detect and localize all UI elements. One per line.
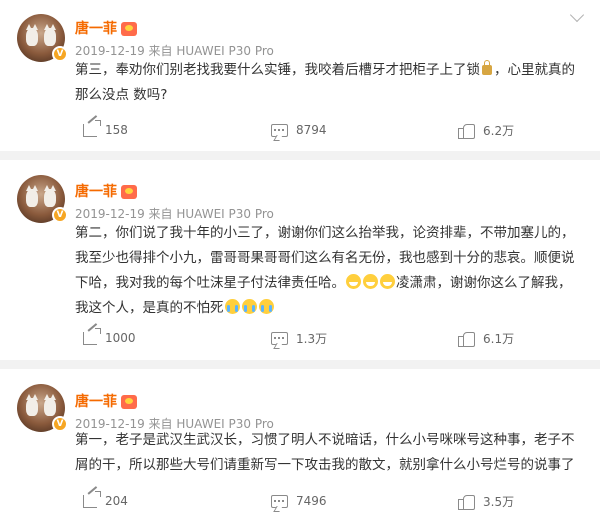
post-card: V 唐一菲 2019-12-19 来自 HUAWEI P30 Pro 第一，老子… <box>0 369 600 531</box>
weibo-feed: V 唐一菲 2019-12-19 来自 HUAWEI P30 Pro 第三，奉劝… <box>0 0 600 531</box>
verified-v-icon: V <box>52 207 68 223</box>
author-name[interactable]: 唐一菲 <box>75 391 137 411</box>
post-card: V 唐一菲 2019-12-19 来自 HUAWEI P30 Pro 第三，奉劝… <box>0 0 600 151</box>
author-name[interactable]: 唐一菲 <box>75 181 137 201</box>
vip-member-icon <box>121 395 137 409</box>
share-icon <box>83 119 101 137</box>
share-button[interactable]: 204 <box>83 490 128 511</box>
like-button[interactable]: 3.5万 <box>458 491 514 511</box>
share-icon <box>83 490 101 508</box>
share-button[interactable]: 158 <box>83 119 128 140</box>
comment-icon <box>271 494 288 508</box>
grin-emoji-icon <box>380 274 395 289</box>
post-meta: 2019-12-19 来自 HUAWEI P30 Pro <box>75 207 274 221</box>
post-actions: 204 7496 3.5万 <box>0 490 600 511</box>
post-actions: 1000 1.3万 6.1万 <box>0 327 600 348</box>
thumbs-up-icon <box>458 493 475 510</box>
author-name[interactable]: 唐一菲 <box>75 18 137 38</box>
like-button[interactable]: 6.1万 <box>458 328 514 348</box>
chevron-down-icon[interactable] <box>569 7 585 23</box>
comment-icon <box>271 123 288 137</box>
post-card: V 唐一菲 2019-12-19 来自 HUAWEI P30 Pro 第二，你们… <box>0 160 600 360</box>
grin-emoji-icon <box>346 274 361 289</box>
thumbs-up-icon <box>458 122 475 139</box>
grin-emoji-icon <box>363 274 378 289</box>
thumbs-up-icon <box>458 330 475 347</box>
like-button[interactable]: 6.2万 <box>458 120 514 140</box>
verified-v-icon: V <box>52 46 68 62</box>
comment-button[interactable]: 1.3万 <box>271 328 327 348</box>
post-text: 第一，老子是武汉生武汉长，习惯了明人不说暗话，什么小号咪咪号这种事，老子不屑的干… <box>75 432 575 473</box>
laugh-cry-emoji-icon <box>241 299 257 314</box>
vip-member-icon <box>121 185 137 199</box>
laugh-cry-emoji-icon <box>258 299 274 314</box>
comment-button[interactable]: 8794 <box>271 120 327 140</box>
laugh-cry-emoji-icon <box>224 299 240 314</box>
post-text: 第三，奉劝你们别老找我要什么实锤，我咬着后槽牙才把柜子上了锁 ，心里就真的那么没点… <box>75 60 575 103</box>
post-meta: 2019-12-19 来自 HUAWEI P30 Pro <box>75 44 274 58</box>
share-icon <box>83 327 101 345</box>
lock-emoji-icon <box>482 60 492 75</box>
vip-member-icon <box>121 22 137 36</box>
comment-button[interactable]: 7496 <box>271 491 327 511</box>
comment-icon <box>271 331 288 345</box>
post-text: 第二，你们说了我十年的小三了，谢谢你们这么抬举我，论资排辈，不带加塞儿的，我至少… <box>75 225 575 316</box>
verified-v-icon: V <box>52 416 68 432</box>
share-button[interactable]: 1000 <box>83 327 136 348</box>
post-actions: 158 8794 6.2万 <box>0 119 600 140</box>
